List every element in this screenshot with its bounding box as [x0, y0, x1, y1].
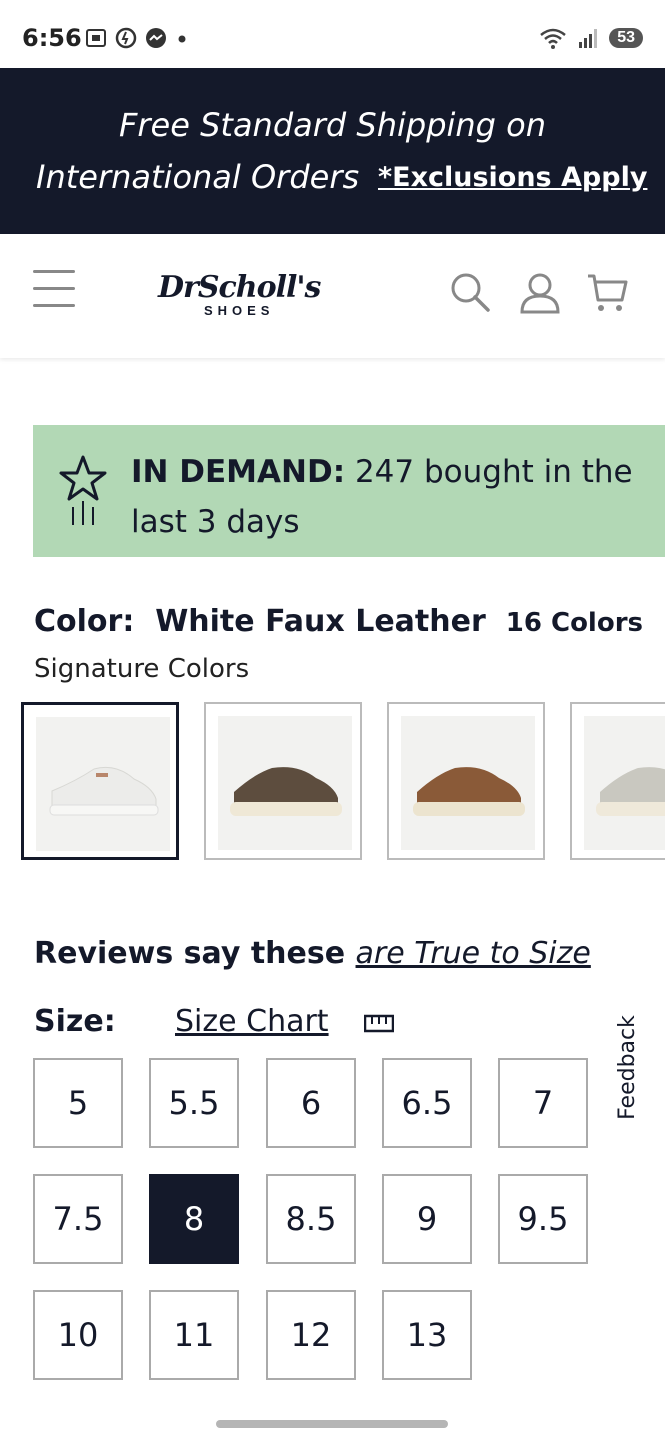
- size-option[interactable]: 9.5: [498, 1174, 588, 1264]
- data-saver-icon: [115, 27, 137, 49]
- wifi-icon: [540, 28, 567, 49]
- cart-icon[interactable]: [586, 270, 630, 314]
- brand-name: DrScholl's: [158, 270, 321, 305]
- in-demand-text: IN DEMAND: 247 bought in the last 3 days: [131, 447, 665, 547]
- shoe-image: [230, 767, 342, 816]
- feedback-label: Feedback: [614, 1015, 640, 1120]
- size-option[interactable]: 7.5: [33, 1174, 123, 1264]
- signal-icon: [579, 29, 598, 48]
- color-group-label: Signature Colors: [34, 654, 250, 684]
- size-option[interactable]: 13: [382, 1290, 472, 1380]
- exclusions-link[interactable]: *Exclusions Apply: [378, 162, 647, 193]
- shoe-image: [413, 767, 525, 816]
- size-label: Size:: [34, 1004, 116, 1039]
- shooting-star-icon: [59, 455, 107, 525]
- size-chart-link[interactable]: Size Chart: [175, 1004, 329, 1039]
- color-heading: Color: White Faux Leather: [34, 604, 486, 639]
- size-option[interactable]: 5: [33, 1058, 123, 1148]
- ruler-icon[interactable]: [364, 1014, 394, 1034]
- account-icon[interactable]: [518, 270, 562, 314]
- screenshot-icon: [86, 29, 106, 47]
- battery-indicator: 53: [609, 28, 643, 48]
- size-option[interactable]: 11: [149, 1290, 239, 1380]
- swatch-white[interactable]: [21, 702, 179, 860]
- size-option[interactable]: 8.5: [266, 1174, 356, 1264]
- promo-line-1: Free Standard Shipping on: [118, 106, 547, 144]
- feedback-tab[interactable]: Feedback: [600, 1010, 660, 1120]
- site-header: DrScholl's SHOES: [0, 234, 665, 358]
- swatch-tan[interactable]: [387, 702, 545, 860]
- search-icon[interactable]: [448, 270, 492, 314]
- swatch-brown[interactable]: [204, 702, 362, 860]
- promo-banner: Free Standard Shipping on International …: [0, 68, 665, 234]
- shoe-image: [49, 766, 159, 816]
- messenger-icon: [146, 28, 166, 48]
- size-option[interactable]: 6.5: [382, 1058, 472, 1148]
- menu-icon[interactable]: [33, 270, 75, 312]
- color-count[interactable]: 16 Colors: [506, 608, 643, 638]
- size-option[interactable]: 6: [266, 1058, 356, 1148]
- size-option[interactable]: 5.5: [149, 1058, 239, 1148]
- swatch-grey[interactable]: [570, 702, 665, 860]
- notification-icons: [84, 26, 190, 50]
- color-value: White Faux Leather: [155, 604, 486, 639]
- color-label: Color:: [34, 604, 135, 639]
- true-to-size-link[interactable]: are True to Size: [356, 936, 591, 971]
- reviews-fit-note: Reviews say these are True to Size: [34, 936, 591, 971]
- system-icons: 53: [539, 26, 643, 50]
- size-option[interactable]: 10: [33, 1290, 123, 1380]
- brand-sub: SHOES: [203, 303, 275, 318]
- status-bar: 6:56 53: [0, 0, 665, 68]
- shoe-image: [596, 767, 665, 816]
- size-option[interactable]: 9: [382, 1174, 472, 1264]
- status-time: 6:56: [22, 24, 82, 52]
- size-option-selected[interactable]: 8: [149, 1174, 239, 1264]
- in-demand-banner: IN DEMAND: 247 bought in the last 3 days: [33, 425, 665, 557]
- home-gesture-bar[interactable]: [216, 1420, 448, 1428]
- brand-logo[interactable]: DrScholl's SHOES: [158, 270, 321, 318]
- in-demand-label: IN DEMAND:: [131, 454, 346, 490]
- size-option[interactable]: 7: [498, 1058, 588, 1148]
- reviews-prefix: Reviews say these: [34, 936, 356, 971]
- promo-line-2: International Orders: [36, 158, 360, 196]
- dot-icon: [178, 35, 186, 43]
- size-option[interactable]: 12: [266, 1290, 356, 1380]
